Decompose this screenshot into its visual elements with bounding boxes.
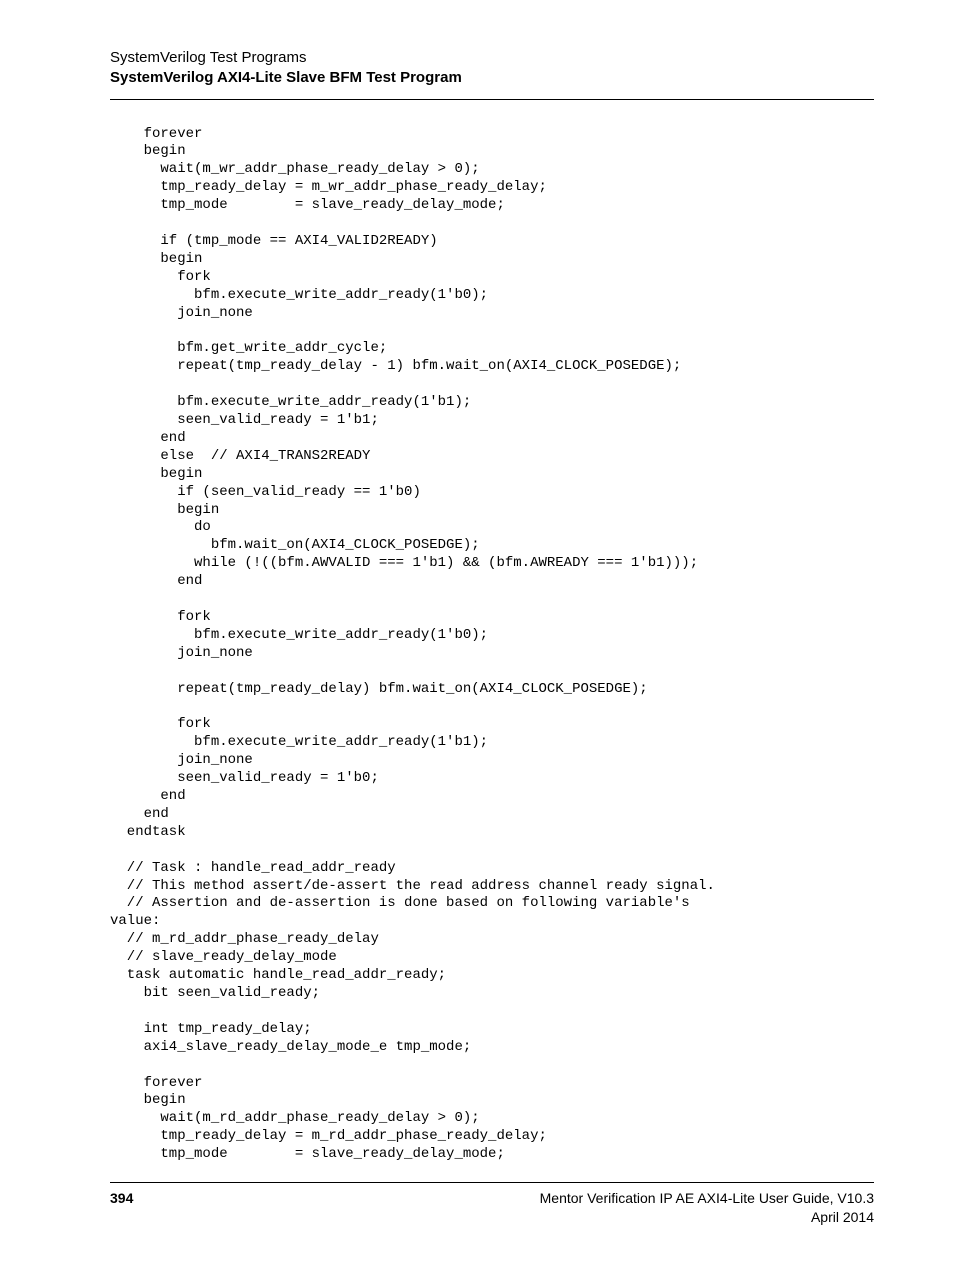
footer-title: Mentor Verification IP AE AXI4-Lite User… (540, 1189, 874, 1208)
header-line-1: SystemVerilog Test Programs (110, 48, 874, 68)
page-number: 394 (110, 1189, 133, 1208)
footer-rule (110, 1182, 874, 1183)
code-block: forever begin wait(m_wr_addr_phase_ready… (110, 126, 874, 1165)
page-footer: 394 Mentor Verification IP AE AXI4-Lite … (110, 1189, 874, 1227)
page-header: SystemVerilog Test Programs SystemVerilo… (110, 48, 874, 89)
page: SystemVerilog Test Programs SystemVerilo… (0, 0, 954, 1267)
footer-date: April 2014 (540, 1208, 874, 1227)
header-rule (110, 99, 874, 100)
header-line-2: SystemVerilog AXI4-Lite Slave BFM Test P… (110, 68, 874, 88)
footer-right: Mentor Verification IP AE AXI4-Lite User… (540, 1189, 874, 1227)
